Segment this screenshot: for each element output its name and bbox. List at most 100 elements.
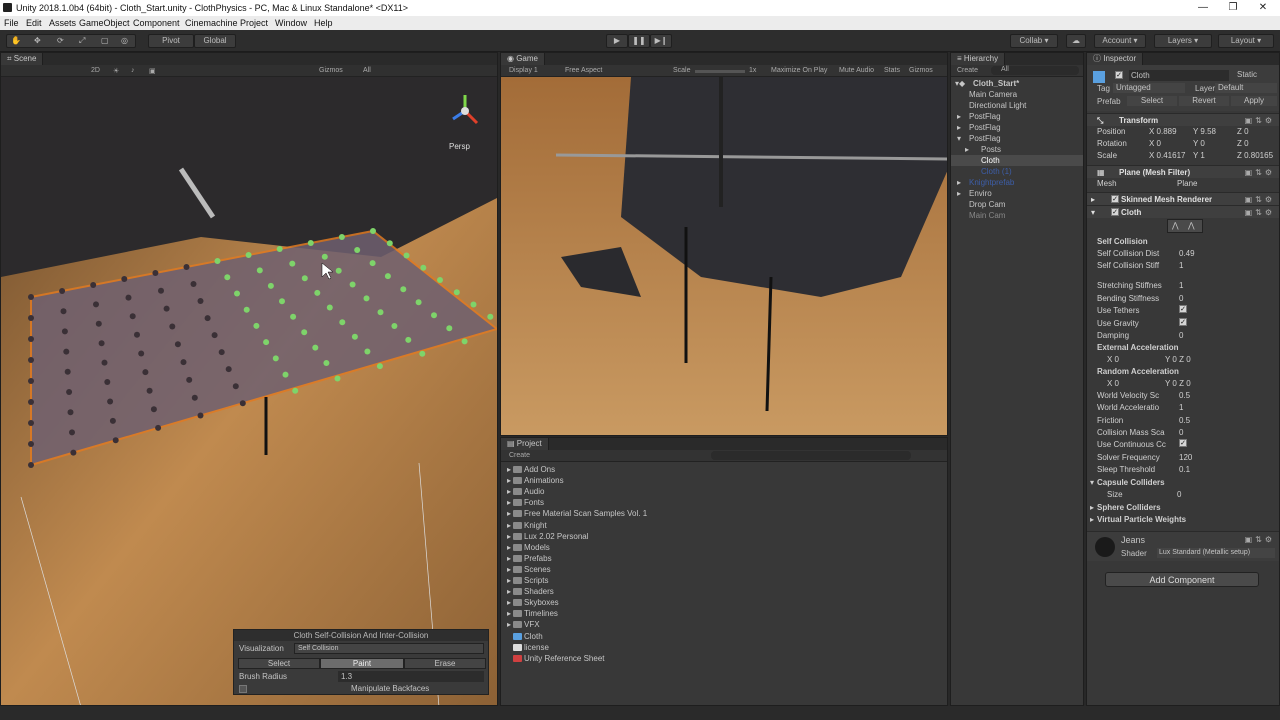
prefab-select-button[interactable]: Select xyxy=(1127,96,1177,106)
scale-tool-icon[interactable]: ⤢ xyxy=(79,35,85,47)
scene-persp-label[interactable]: Persp xyxy=(449,142,470,151)
hierarchy-item[interactable]: Main Camera xyxy=(951,89,1083,100)
project-item[interactable]: ▸ Knight xyxy=(501,520,947,531)
rot-x-field[interactable]: X 0 xyxy=(1149,138,1161,150)
project-item[interactable]: ▸ Shaders xyxy=(501,586,947,597)
edit-collision-icon[interactable]: ⋀ xyxy=(1188,221,1195,230)
capsule-colliders-row[interactable]: ▾ Capsule Colliders xyxy=(1087,477,1279,489)
mute-audio-toggle[interactable]: Mute Audio xyxy=(839,67,874,74)
project-item[interactable]: ▸ Free Material Scan Samples Vol. 1 xyxy=(501,508,947,519)
virtual-particle-weights-row[interactable]: ▸ Virtual Particle Weights xyxy=(1087,514,1279,526)
hand-tool-icon[interactable]: ✋ xyxy=(11,35,21,47)
pos-z-field[interactable]: Z 0 xyxy=(1237,126,1249,138)
select-mode-button[interactable]: Select xyxy=(238,658,320,669)
foldout-icon[interactable]: ▾ xyxy=(1090,477,1094,489)
foldout-icon[interactable]: ▾ xyxy=(1091,206,1095,219)
cloth-property-field[interactable]: Y 0 Z 0 xyxy=(1165,378,1191,390)
cloth-property-field[interactable]: 0.5 xyxy=(1179,415,1190,427)
component-menu-icon[interactable]: ▣⇅⚙ xyxy=(1245,206,1275,219)
project-item[interactable]: ▸ Audio xyxy=(501,486,947,497)
shader-dropdown[interactable]: Lux Standard (Metallic setup) xyxy=(1157,548,1275,558)
cloth-property-field[interactable]: 1 xyxy=(1179,260,1183,272)
menu-project[interactable]: Project xyxy=(240,18,268,28)
project-item[interactable]: ▸ Models xyxy=(501,542,947,553)
object-name-input[interactable]: Cloth xyxy=(1129,70,1229,81)
project-create-dropdown[interactable]: Create xyxy=(509,452,530,459)
scene-search-input[interactable]: All xyxy=(363,67,371,74)
cloth-property-field[interactable]: Y 0 Z 0 xyxy=(1165,354,1191,366)
add-component-button[interactable]: Add Component xyxy=(1105,572,1259,587)
foldout-icon[interactable]: ▸ xyxy=(957,188,961,199)
hierarchy-item[interactable]: Cloth (1) xyxy=(951,166,1083,177)
static-toggle[interactable]: Static xyxy=(1237,70,1257,79)
visualization-dropdown[interactable]: Self Collision xyxy=(294,643,484,654)
scene-gizmos-dropdown[interactable]: Gizmos xyxy=(319,67,343,74)
project-item[interactable]: ▸ Lux 2.02 Personal xyxy=(501,531,947,542)
foldout-icon[interactable]: ▾ xyxy=(957,133,961,144)
restore-button[interactable]: ❐ xyxy=(1218,1,1248,15)
hierarchy-item[interactable]: ▸ Knightprefab xyxy=(951,177,1083,188)
audio-toggle-icon[interactable]: ♪ xyxy=(131,67,135,74)
project-search-input[interactable] xyxy=(711,451,911,460)
foldout-icon[interactable]: ▸ xyxy=(507,608,511,619)
play-button[interactable]: ▶ xyxy=(606,34,628,48)
foldout-icon[interactable]: ▸ xyxy=(507,520,511,531)
foldout-icon[interactable]: ▸ xyxy=(507,575,511,586)
project-item[interactable]: ▸ Scenes xyxy=(501,564,947,575)
erase-mode-button[interactable]: Erase xyxy=(404,658,486,669)
menu-assets[interactable]: Assets xyxy=(49,18,76,28)
foldout-icon[interactable]: ▸ xyxy=(1090,514,1094,526)
step-button[interactable]: ▶❙ xyxy=(650,34,672,48)
hierarchy-item[interactable]: Drop Cam xyxy=(951,199,1083,210)
foldout-icon[interactable]: ▸ xyxy=(507,464,511,475)
cloth-property-field[interactable]: 0 xyxy=(1179,427,1183,439)
pos-x-field[interactable]: X 0.889 xyxy=(1149,126,1177,138)
hierarchy-item[interactable]: ▾ PostFlag xyxy=(951,133,1083,144)
layers-dropdown[interactable]: Layers ▾ xyxy=(1154,34,1212,48)
renderer-enabled-checkbox[interactable]: ✓ xyxy=(1111,195,1119,203)
menu-window[interactable]: Window xyxy=(275,18,307,28)
foldout-icon[interactable]: ▸ xyxy=(1090,502,1094,514)
project-item[interactable]: ▸ Skyboxes xyxy=(501,597,947,608)
menu-file[interactable]: File xyxy=(4,18,19,28)
mesh-filter-header[interactable]: ▦ Plane (Mesh Filter) ▣⇅⚙ xyxy=(1087,165,1279,178)
light-toggle-icon[interactable]: ☀ xyxy=(113,67,119,75)
tag-dropdown[interactable]: Untagged xyxy=(1113,83,1185,93)
prefab-apply-button[interactable]: Apply xyxy=(1231,96,1277,106)
hierarchy-item[interactable]: ▸ Enviro xyxy=(951,188,1083,199)
project-item[interactable]: license xyxy=(501,642,947,653)
move-tool-icon[interactable]: ✥ xyxy=(34,35,41,47)
foldout-icon[interactable]: ▸ xyxy=(965,144,969,155)
component-menu-icon[interactable]: ▣⇅⚙ xyxy=(1245,535,1275,544)
menu-component[interactable]: Component xyxy=(133,18,180,28)
foldout-icon[interactable]: ▸ xyxy=(957,111,961,122)
cloud-button[interactable]: ☁ xyxy=(1066,34,1086,48)
cloth-property-checkbox[interactable]: ✓ xyxy=(1179,439,1187,447)
rot-z-field[interactable]: Z 0 xyxy=(1237,138,1249,150)
foldout-icon[interactable]: ▸ xyxy=(507,542,511,553)
foldout-icon[interactable]: ▸ xyxy=(507,586,511,597)
project-item[interactable]: ▸ Timelines xyxy=(501,608,947,619)
project-item[interactable]: ▸ Animations xyxy=(501,475,947,486)
hierarchy-item[interactable]: ▸ PostFlag xyxy=(951,111,1083,122)
hierarchy-item[interactable]: Cloth xyxy=(951,155,1083,166)
game-gizmos-dropdown[interactable]: Gizmos xyxy=(909,67,933,74)
scl-x-field[interactable]: X 0.41617 xyxy=(1149,150,1185,162)
tab-project[interactable]: ▤ Project xyxy=(501,438,549,450)
foldout-icon[interactable]: ▸ xyxy=(507,564,511,575)
brush-radius-input[interactable]: 1.3 xyxy=(338,671,484,682)
aspect-dropdown[interactable]: Free Aspect xyxy=(565,67,602,74)
menu-help[interactable]: Help xyxy=(314,18,333,28)
pos-y-field[interactable]: Y 9.58 xyxy=(1193,126,1216,138)
hierarchy-create-dropdown[interactable]: Create xyxy=(957,67,978,74)
hierarchy-scene-root[interactable]: ▾◆ Cloth_Start* xyxy=(951,78,1083,89)
scale-slider[interactable] xyxy=(695,70,745,73)
cloth-property-field[interactable]: 1 xyxy=(1179,402,1183,414)
tab-hierarchy[interactable]: ≡ Hierarchy xyxy=(951,53,1006,65)
edit-constraints-icon[interactable]: ⋀ xyxy=(1172,221,1179,230)
active-checkbox[interactable]: ✓ xyxy=(1115,71,1123,79)
capsule-size-field[interactable]: 0 xyxy=(1177,489,1181,501)
hierarchy-search-input[interactable]: All xyxy=(991,66,1079,75)
manipulate-backfaces-checkbox[interactable] xyxy=(239,685,247,693)
layout-dropdown[interactable]: Layout ▾ xyxy=(1218,34,1274,48)
